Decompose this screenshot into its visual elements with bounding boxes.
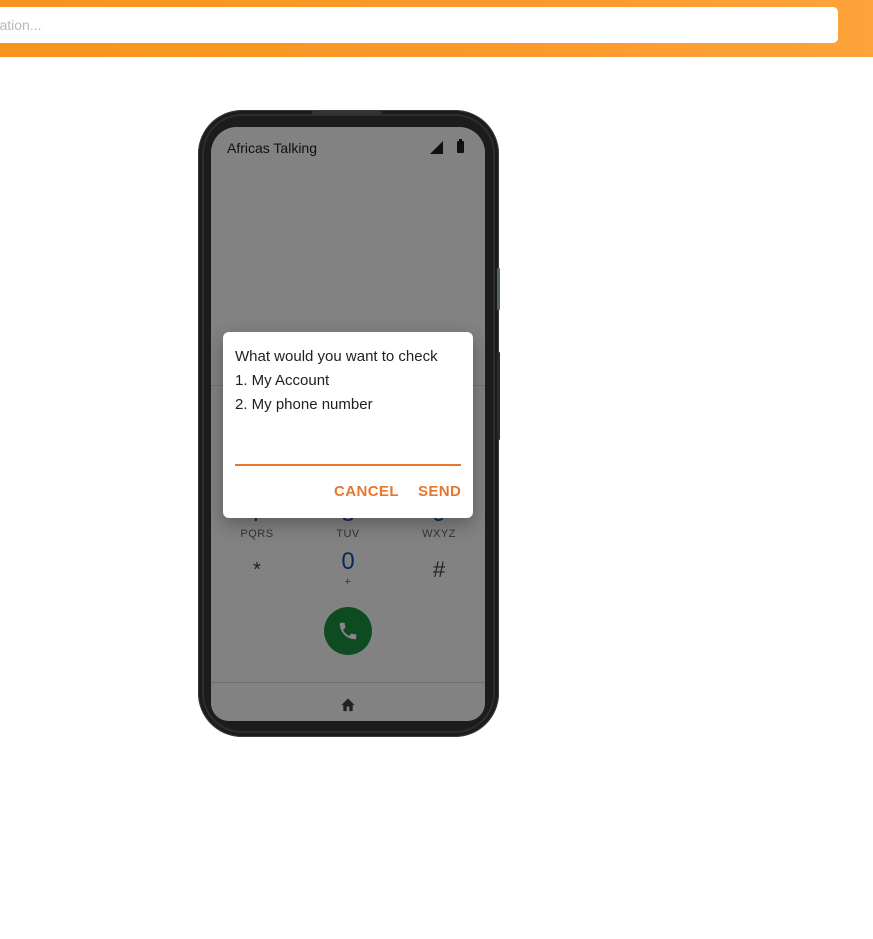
ussd-response-input[interactable]	[235, 440, 461, 466]
top-header	[0, 0, 873, 57]
search-input[interactable]	[0, 7, 838, 43]
ussd-dialog: What would you want to check 1. My Accou…	[223, 332, 473, 518]
phone-speaker	[312, 111, 382, 115]
ussd-message-line: 1. My Account	[235, 372, 330, 389]
search-box[interactable]	[0, 7, 838, 43]
cancel-button[interactable]: CANCEL	[334, 483, 399, 500]
send-button[interactable]: SEND	[418, 483, 461, 500]
ussd-message: What would you want to check 1. My Accou…	[235, 345, 463, 417]
ussd-message-line: 2. My phone number	[235, 396, 373, 413]
phone-screen: Africas Talking 7 PQRS 8 TUV 9 WXYZ * 0 …	[211, 127, 485, 721]
ussd-message-line: What would you want to check	[235, 348, 438, 365]
phone-power-button[interactable]	[497, 268, 500, 310]
phone-volume-button[interactable]	[497, 352, 500, 440]
